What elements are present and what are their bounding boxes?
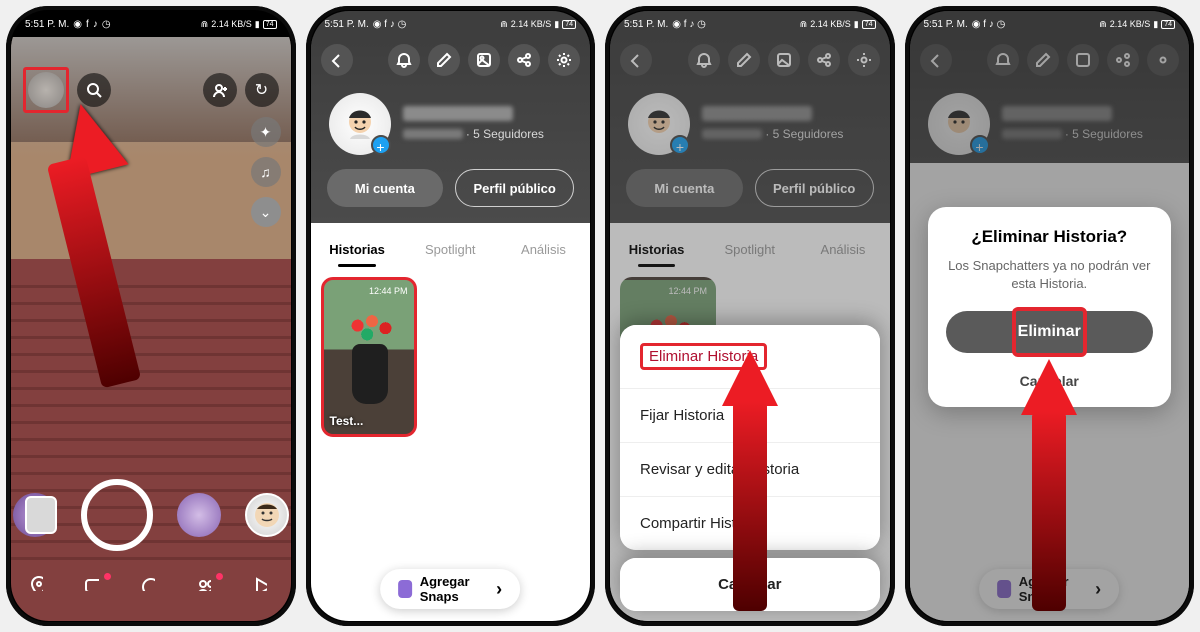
wifi-icon: ⋒	[201, 19, 209, 30]
settings-button[interactable]	[548, 44, 580, 76]
signal-icon: ▮	[255, 19, 260, 30]
add-friend-button[interactable]	[203, 73, 237, 107]
phone-step-3: 5:51 P. M.◉ f ♪ ◷ ⋒2.14 KB/S▮74 + · 5 Se…	[605, 6, 895, 626]
photo-button[interactable]	[468, 44, 500, 76]
whatsapp-icon: ◉	[73, 19, 82, 30]
net-speed: 2.14 KB/S	[810, 19, 851, 29]
phone-step-4: 5:51 P. M.◉ f ♪ ◷ ⋒2.14 KB/S▮74 + · 5 Se…	[905, 6, 1195, 626]
add-snaps-label: Agregar Snaps	[420, 574, 488, 604]
bitmoji-avatar[interactable]: +	[329, 93, 391, 155]
edit-button[interactable]	[428, 44, 460, 76]
image-icon	[476, 52, 492, 68]
net-speed: 2.14 KB/S	[1110, 19, 1151, 29]
lens-right-2[interactable]	[245, 493, 289, 537]
tab-historias[interactable]: Historias	[311, 242, 404, 267]
status-time: 5:51 P. M.	[325, 19, 369, 30]
add-snaps-button[interactable]: Agregar Snaps ›	[380, 569, 520, 609]
tab-spotlight[interactable]: Spotlight	[404, 242, 497, 267]
flash-button[interactable]: ✦	[251, 117, 281, 147]
tutorial-arrow-head	[722, 350, 778, 406]
chevron-right-icon: ›	[496, 579, 502, 600]
status-time: 5:51 P. M.	[624, 19, 668, 30]
bell-icon	[396, 52, 412, 68]
story-label: Test...	[330, 414, 364, 428]
my-account-button[interactable]: Mi cuenta	[327, 169, 444, 207]
modal-title: ¿Eliminar Historia?	[946, 227, 1154, 247]
phone-step-2: 5:51 P. M.◉ f ♪ ◷ ⋒2.14 KB/S▮74 + · 5 Se…	[306, 6, 596, 626]
battery: 74	[1161, 20, 1175, 29]
status-bar: 5:51 P. M. ◉ f ♪ ◷ ⋒ 2.14 KB/S ▮ 74	[11, 11, 291, 37]
profile-tabs: Historias Spotlight Análisis	[311, 223, 591, 267]
tutorial-arrow-head	[1021, 359, 1077, 415]
clock-icon: ◷	[102, 19, 111, 30]
username-redacted	[403, 106, 513, 121]
status-bar: 5:51 P. M.◉ f ♪ ◷ ⋒2.14 KB/S▮74	[910, 11, 1190, 37]
highlight-box	[1012, 307, 1088, 357]
net-speed: 2.14 KB/S	[211, 19, 252, 29]
tiktok-icon: ♪	[93, 19, 98, 30]
share-icon	[516, 52, 532, 68]
music-button[interactable]: ♫	[251, 157, 281, 187]
status-bar: 5:51 P. M.◉ f ♪ ◷ ⋒2.14 KB/S▮74	[311, 11, 591, 37]
battery: 74	[263, 20, 277, 29]
bottom-nav	[11, 561, 291, 613]
memories-button[interactable]	[25, 496, 57, 534]
followers-text: · 5 Seguidores	[403, 127, 544, 141]
nav-chat[interactable]	[83, 575, 107, 599]
pencil-icon	[436, 52, 452, 68]
public-profile-button[interactable]: Perfil público	[455, 169, 574, 207]
face-icon	[253, 501, 281, 529]
flip-icon: ↻	[255, 80, 268, 100]
battery: 74	[562, 20, 576, 29]
nav-map[interactable]	[27, 575, 51, 599]
modal-confirm-button[interactable]: Eliminar	[946, 311, 1154, 353]
search-icon	[86, 82, 102, 98]
battery: 74	[862, 20, 876, 29]
story-time: 12:44 PM	[369, 286, 408, 296]
add-bitmoji-icon: +	[371, 135, 391, 155]
tab-analisis[interactable]: Análisis	[497, 242, 590, 267]
phone-step-1: 5:51 P. M. ◉ f ♪ ◷ ⋒ 2.14 KB/S ▮ 74	[6, 6, 296, 626]
shutter-button[interactable]	[81, 479, 153, 551]
modal-body: Los Snapchatters ya no podrán ver esta H…	[946, 257, 1154, 293]
add-friend-icon	[212, 82, 228, 98]
camera-side-tools: ✦ ♫ ⌄	[251, 117, 281, 227]
story-card[interactable]: 12:44 PM Test...	[321, 277, 417, 437]
flip-camera-button[interactable]: ↻	[245, 73, 279, 107]
status-time: 5:51 P. M.	[25, 19, 69, 30]
net-speed: 2.14 KB/S	[511, 19, 552, 29]
status-bar: 5:51 P. M.◉ f ♪ ◷ ⋒2.14 KB/S▮74	[610, 11, 890, 37]
highlight-box	[23, 67, 69, 113]
status-time: 5:51 P. M.	[924, 19, 968, 30]
profile-avatar-button[interactable]	[28, 72, 64, 108]
lens-right-1[interactable]	[177, 493, 221, 537]
tutorial-arrow-shaft	[1032, 411, 1066, 611]
nav-discover[interactable]	[139, 575, 163, 599]
more-tools-button[interactable]: ⌄	[251, 197, 281, 227]
stories-grid: 12:44 PM Test... Agregar Snaps ›	[311, 267, 591, 621]
profile-header: + · 5 Seguidores Mi cuenta Perfil públic…	[311, 37, 591, 223]
share-button[interactable]	[508, 44, 540, 76]
nav-play[interactable]	[251, 575, 275, 599]
add-snaps-icon	[398, 580, 411, 598]
chevron-left-icon	[329, 52, 345, 68]
notify-button[interactable]	[388, 44, 420, 76]
facebook-icon: f	[86, 19, 89, 30]
camera-viewfinder: ↻ ✦ ♫ ⌄	[11, 37, 291, 621]
tutorial-arrow-shaft	[733, 401, 767, 611]
gear-icon	[556, 52, 572, 68]
back-button[interactable]	[321, 44, 353, 76]
nav-friends[interactable]	[195, 575, 219, 599]
